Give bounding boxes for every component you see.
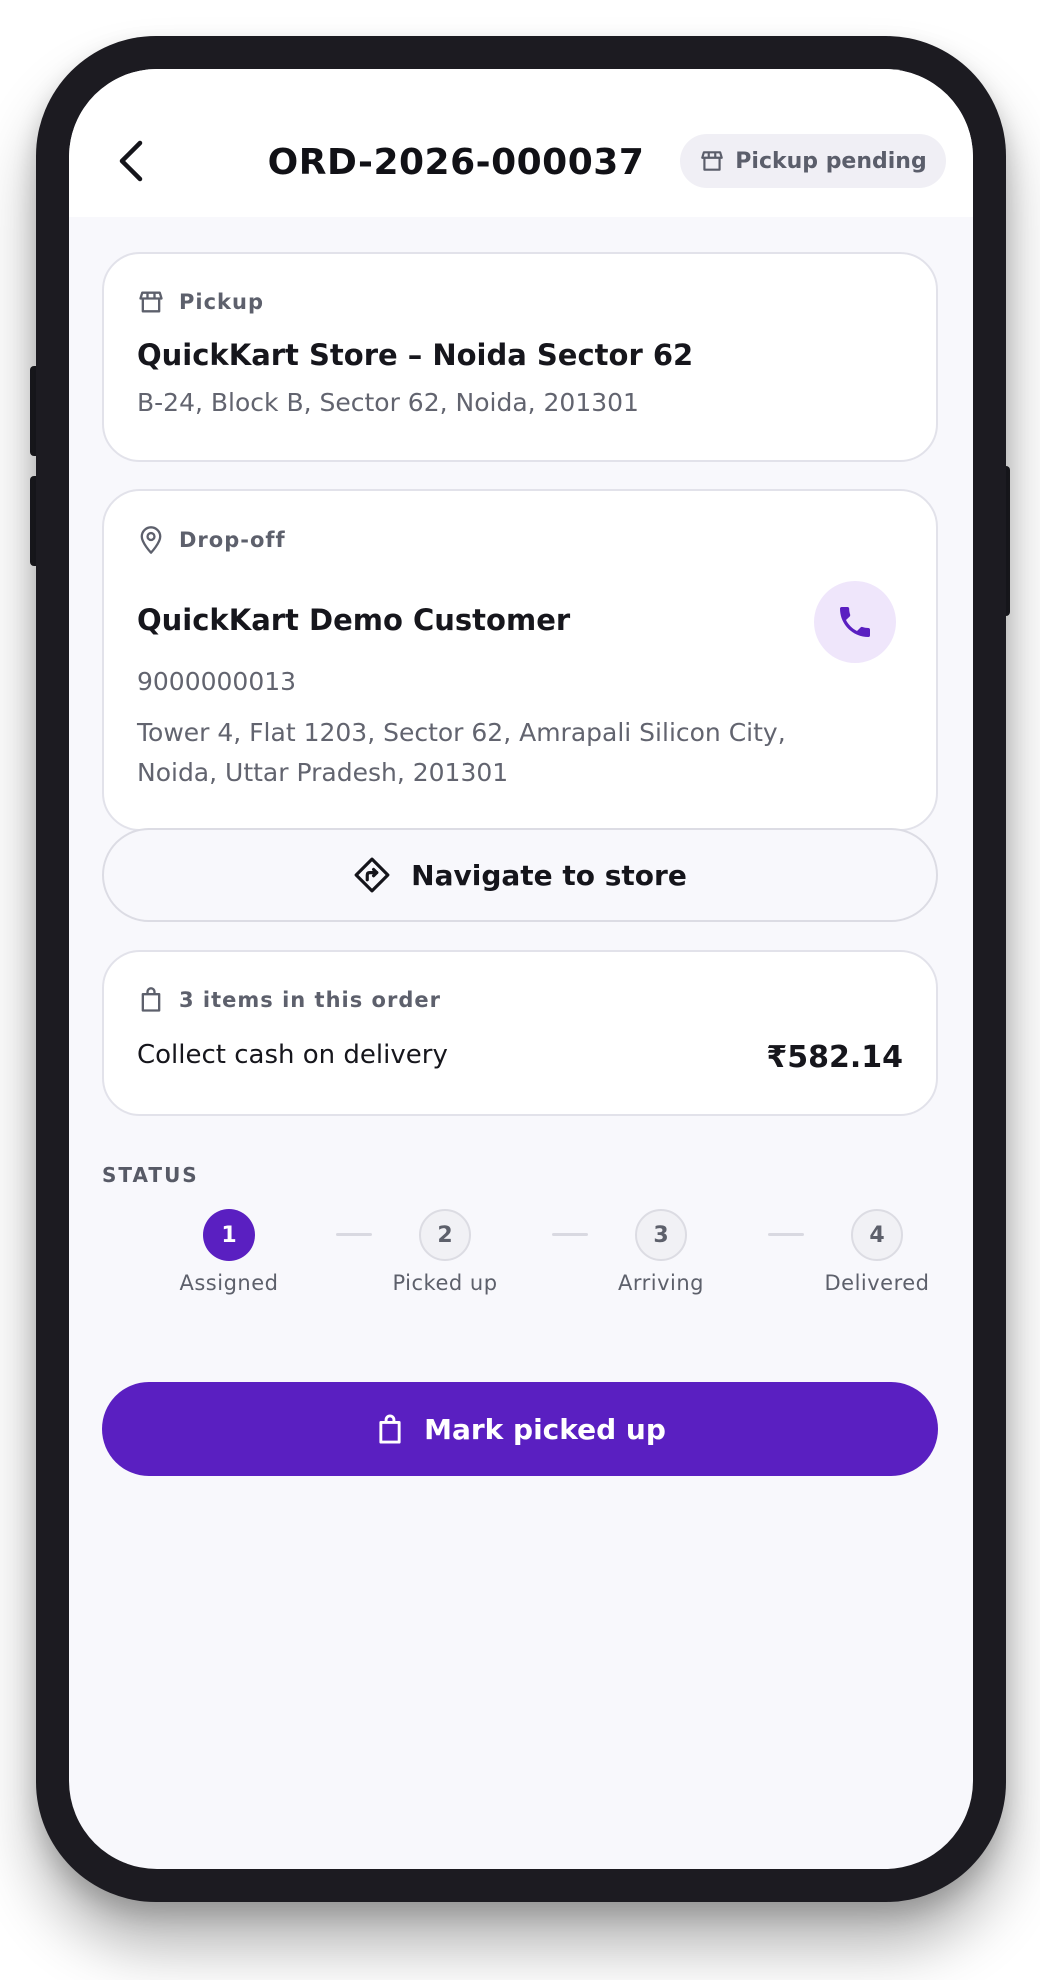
mark-picked-up-label: Mark picked up [424, 1412, 666, 1446]
step-number: 4 [851, 1209, 903, 1261]
dropoff-label: Drop-off [179, 528, 286, 552]
payment-method-label: Collect cash on delivery [137, 1040, 448, 1070]
pickup-address: B-24, Block B, Sector 62, Noida, 201301 [137, 388, 639, 417]
dropoff-address-line-1: Tower 4, Flat 1203, Sector 62, Amrapali … [137, 718, 786, 747]
mark-picked-up-button[interactable]: Mark picked up [102, 1382, 938, 1476]
call-customer-button[interactable] [814, 581, 896, 663]
dropoff-card: Drop-off QuickKart Demo Customer 9000000… [102, 489, 938, 831]
shopping-bag-icon [379, 1414, 401, 1444]
step-label: Assigned [179, 1271, 279, 1295]
back-button[interactable] [101, 131, 161, 191]
status-step-delivered: 4 Delivered [787, 1209, 967, 1295]
pickup-store-name: QuickKart Store – Noida Sector 62 [137, 338, 694, 372]
navigate-label: Navigate to store [411, 858, 687, 892]
step-number: 2 [419, 1209, 471, 1261]
step-number: 1 [203, 1209, 255, 1261]
step-label: Picked up [392, 1271, 498, 1295]
app-screen: ORD-2026-000037 Pickup pending Pickup Qu… [69, 69, 973, 1869]
navigate-to-store-button[interactable]: Navigate to store [102, 828, 938, 922]
store-icon [139, 291, 163, 313]
map-pin-icon [140, 526, 162, 554]
shopping-bag-icon [141, 987, 161, 1012]
order-id-title: ORD-2026-000037 [267, 142, 645, 183]
phone-icon [840, 607, 870, 637]
pickup-label: Pickup [179, 290, 264, 314]
status-heading: STATUS [102, 1163, 199, 1187]
step-label: Arriving [617, 1271, 704, 1295]
order-amount: ₹582.14 [766, 1040, 903, 1075]
status-badge-label: Pickup pending [735, 148, 927, 174]
pickup-section-label: Pickup [137, 288, 264, 316]
dropoff-phone: 9000000013 [137, 667, 297, 696]
pickup-card: Pickup QuickKart Store – Noida Sector 62… [102, 252, 938, 462]
dropoff-section-label: Drop-off [137, 525, 286, 555]
items-section-label: 3 items in this order [137, 986, 441, 1014]
directions-icon [354, 857, 390, 893]
chevron-left-icon [119, 140, 143, 182]
step-number: 3 [635, 1209, 687, 1261]
phone-frame: ORD-2026-000037 Pickup pending Pickup Qu… [36, 36, 1006, 1902]
dropoff-address-line-2: Noida, Uttar Pradesh, 201301 [137, 758, 509, 787]
step-label: Delivered [824, 1271, 930, 1295]
store-icon [701, 151, 724, 171]
order-summary-card: 3 items in this order Collect cash on de… [102, 950, 938, 1116]
status-step-assigned: 1 Assigned [139, 1209, 319, 1295]
top-app-bar: ORD-2026-000037 Pickup pending [69, 69, 973, 217]
status-step-picked-up: 2 Picked up [355, 1209, 535, 1295]
status-step-arriving: 3 Arriving [571, 1209, 751, 1295]
items-count-label: 3 items in this order [179, 988, 441, 1012]
status-badge: Pickup pending [680, 134, 946, 188]
dropoff-customer-name: QuickKart Demo Customer [137, 603, 571, 637]
